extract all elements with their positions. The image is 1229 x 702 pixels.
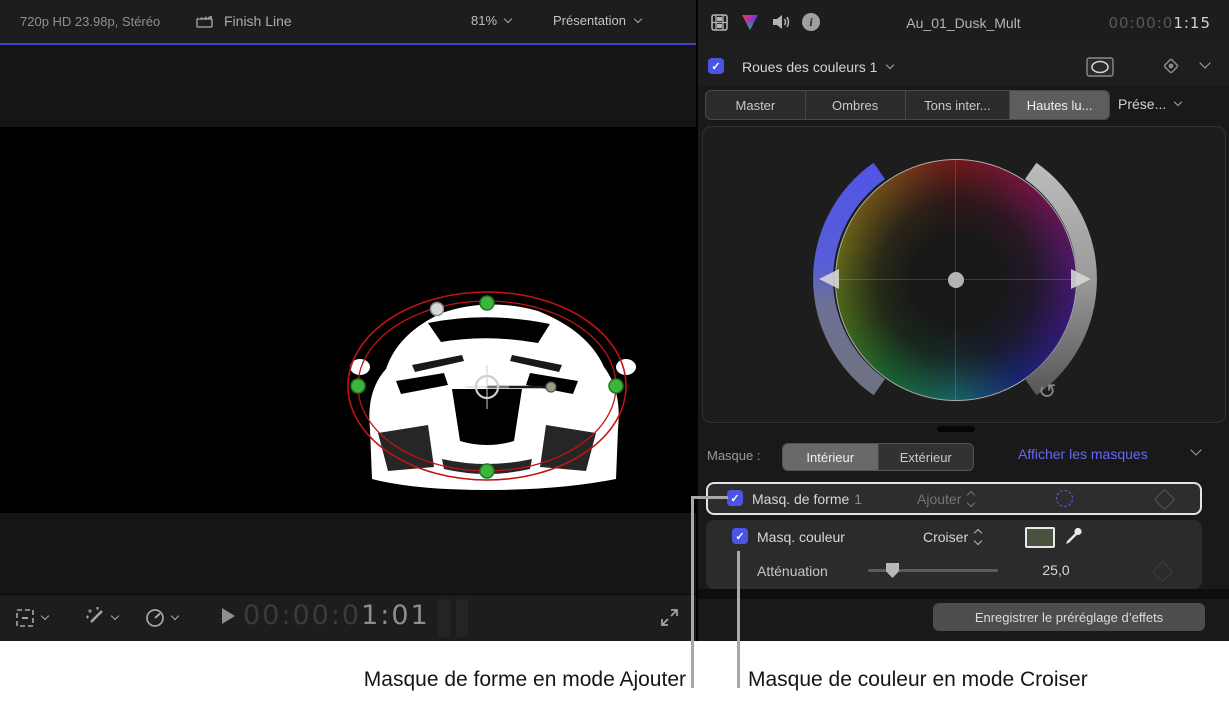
checkmark-icon: ✓ (730, 492, 739, 505)
up-down-chevrons-icon (975, 530, 981, 544)
presets-menu-label: Prése... (1118, 96, 1166, 112)
wheel-reset-button[interactable]: ↺ (1038, 379, 1056, 404)
viewer-selection-divider (0, 43, 697, 45)
show-masks-link[interactable]: Afficher les masques (1018, 446, 1148, 462)
crop-icon (14, 607, 36, 629)
timecode-dim-digits: 00:00:0 (243, 600, 361, 631)
callout-shape-mask-label: Masque de forme en mode Ajouter (240, 668, 686, 692)
color-range-tabs: Master Ombres Tons inter... Hautes lu... (705, 90, 1110, 120)
effect-row: ✓ Roues des couleurs 1 (698, 45, 1229, 86)
panel-resize-handle[interactable] (937, 426, 975, 432)
softness-value[interactable]: 25,0 (1021, 562, 1091, 578)
mask-inside-outside-toggle: Intérieur Extérieur (782, 443, 974, 471)
color-mask-blend-mode-menu[interactable]: Croiser (923, 529, 981, 545)
effect-collapse-chevron-icon[interactable] (1199, 57, 1210, 68)
clapperboard-icon (196, 13, 214, 29)
retime-speedometer-icon (144, 607, 166, 629)
effects-keyframe-icon[interactable] (1162, 57, 1180, 75)
tab-master[interactable]: Master (706, 91, 806, 119)
color-mask-group: ✓ Masq. couleur Croiser Atténuation 25,0 (706, 520, 1202, 589)
shape-mask-dashed-circle-icon[interactable] (1056, 490, 1073, 507)
color-mask-swatch[interactable] (1025, 527, 1055, 548)
fullscreen-icon[interactable] (660, 608, 679, 627)
softness-label: Atténuation (757, 563, 828, 579)
inspector-timecode: 00:00:01:15 (1108, 14, 1211, 32)
retime-tool-menu[interactable] (144, 607, 178, 629)
color-inspector: i Au_01_Dusk_Mult 00:00:01:15 ✓ Roues de… (698, 0, 1229, 641)
chevron-down-icon (634, 14, 642, 22)
timecode-bright-digits: 1:01 (361, 600, 430, 631)
audio-meter-left[interactable] (438, 599, 450, 637)
mask-feather-handle (546, 382, 556, 392)
callout-color-mask-label: Masque de couleur en mode Croiser (748, 668, 1218, 692)
audio-meter-right[interactable] (456, 599, 468, 637)
chevron-down-icon (111, 612, 119, 620)
mask-outside-button[interactable]: Extérieur (879, 444, 974, 470)
checkmark-icon: ✓ (711, 60, 720, 73)
tab-hautes-lumieres[interactable]: Hautes lu... (1010, 91, 1109, 119)
viewer-zoom-menu[interactable]: 81% (471, 13, 511, 28)
wheel-side-sliders (703, 127, 1227, 424)
timecode-dim-digits: 00:00:0 (1108, 14, 1173, 32)
crop-tool-menu[interactable] (14, 607, 48, 629)
chevron-down-icon (1174, 98, 1182, 106)
softness-slider-thumb[interactable] (886, 563, 899, 578)
chevron-down-icon (41, 612, 49, 620)
tab-ombres[interactable]: Ombres (806, 91, 906, 119)
viewer-zoom-value: 81% (471, 13, 497, 28)
inspector-header: i Au_01_Dusk_Mult 00:00:01:15 (698, 0, 1229, 45)
video-frame (0, 127, 697, 513)
mask-bar-label: Masque : (707, 448, 760, 463)
shape-mask-checkbox[interactable]: ✓ (727, 490, 743, 506)
softness-slider[interactable] (868, 569, 998, 572)
callout-line-shape-vertical (691, 496, 694, 688)
inspector-footer-divider (698, 589, 1229, 599)
viewer-format-info: 720p HD 23.98p, Stéréo (20, 14, 160, 29)
color-mask-checkbox[interactable]: ✓ (732, 528, 748, 544)
shape-mask-keyframe-icon[interactable] (1154, 489, 1175, 510)
video-content (0, 127, 697, 513)
callout-line-shape-horizontal (692, 496, 728, 499)
shape-mask-row[interactable]: ✓ Masq. de forme 1 Ajouter (706, 482, 1202, 515)
viewer-pane: 720p HD 23.98p, Stéréo Finish Line 81% P… (0, 0, 697, 641)
magic-wand-icon (84, 607, 106, 629)
viewer-view-menu[interactable]: Présentation (553, 13, 641, 28)
shape-mask-name: Masq. de forme 1 (752, 491, 862, 507)
chevron-down-icon (886, 61, 894, 69)
up-down-chevrons-icon (968, 492, 974, 506)
softness-keyframe-icon[interactable] (1152, 561, 1173, 582)
viewer-clip-name: Finish Line (224, 13, 292, 29)
effect-name-menu[interactable]: Roues des couleurs 1 (742, 59, 893, 75)
presets-menu[interactable]: Prése... (1118, 90, 1181, 118)
mask-bar-chevron-icon[interactable] (1190, 444, 1201, 455)
save-preset-button[interactable]: Enregistrer le préréglage d’effets (933, 603, 1205, 631)
chevron-down-icon (504, 14, 512, 22)
shape-mask-index: 1 (854, 491, 862, 507)
callout-line-color-vertical (737, 551, 740, 688)
checkmark-icon: ✓ (735, 530, 744, 543)
chevron-down-icon (171, 612, 179, 620)
enhance-tool-menu[interactable] (84, 607, 118, 629)
color-mask-name: Masq. couleur (757, 529, 845, 545)
viewer-view-menu-label: Présentation (553, 13, 626, 28)
viewer-header: 720p HD 23.98p, Stéréo Finish Line 81% P… (0, 0, 697, 43)
mask-inside-button[interactable]: Intérieur (783, 444, 879, 470)
timeline-timecode[interactable]: 00:00:01:01 (243, 600, 430, 631)
viewer-toolbar: 00:00:01:01 (0, 594, 697, 641)
tab-tons-intermediaires[interactable]: Tons inter... (906, 91, 1011, 119)
effect-name: Roues des couleurs 1 (742, 59, 877, 75)
mask-rotation-handle (431, 303, 444, 316)
final-cut-pro-window: 720p HD 23.98p, Stéréo Finish Line 81% P… (0, 0, 1229, 702)
eyedropper-icon[interactable] (1064, 525, 1084, 545)
mask-view-bar: Masque : Intérieur Extérieur Afficher le… (698, 438, 1229, 474)
effect-enable-checkbox[interactable]: ✓ (708, 58, 724, 74)
shape-mask-blend-mode-menu[interactable]: Ajouter (917, 491, 974, 507)
play-button[interactable] (222, 608, 235, 624)
color-wheel-panel: ↺ (702, 126, 1226, 423)
timecode-bright-digits: 1:15 (1173, 14, 1211, 32)
shape-mask-apply-icon[interactable] (1086, 57, 1114, 77)
